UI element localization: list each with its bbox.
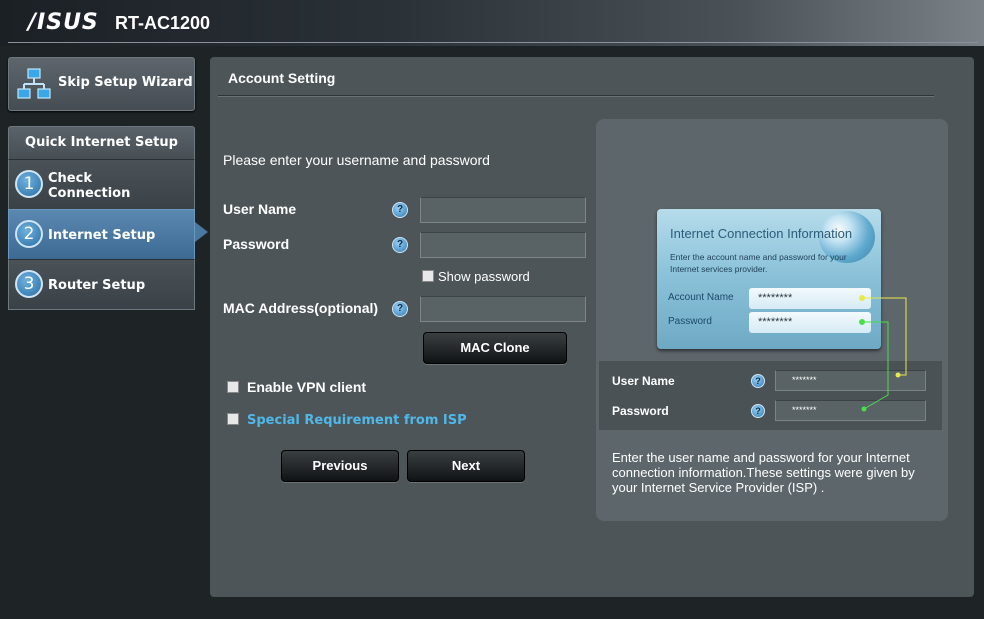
connector-lines [861, 297, 907, 412]
skip-setup-wizard-label: Skip Setup Wizard [58, 75, 193, 90]
previous-button[interactable]: Previous [281, 450, 399, 482]
password-help-icon[interactable]: ? [392, 237, 408, 253]
mac-clone-button[interactable]: MAC Clone [423, 332, 567, 364]
title-divider [218, 95, 934, 96]
step-label-internet-setup: Internet Setup [48, 228, 156, 243]
step-number-3: 3 [15, 270, 43, 298]
password-input[interactable] [420, 232, 586, 258]
step-internet-setup[interactable]: 2 Internet Setup [8, 209, 195, 259]
instruction-text: Please enter your username and password [223, 152, 490, 168]
username-help-icon[interactable]: ? [392, 202, 408, 218]
show-password-label: Show password [438, 269, 530, 284]
step-router-setup[interactable]: 3 Router Setup [8, 259, 195, 310]
step-number-2: 2 [15, 220, 43, 248]
show-password-option[interactable]: Show password [422, 269, 530, 284]
quick-internet-setup-title: Quick Internet Setup [8, 126, 195, 159]
network-icon [17, 68, 51, 99]
asus-logo: /ISUS [28, 10, 99, 35]
header-divider [8, 42, 978, 43]
password-label: Password [223, 236, 290, 252]
skip-setup-wizard-button[interactable]: Skip Setup Wizard [8, 57, 195, 111]
step-label-router-setup: Router Setup [48, 278, 146, 293]
step-number-1: 1 [15, 170, 43, 198]
next-button[interactable]: Next [407, 450, 525, 482]
enable-vpn-label: Enable VPN client [247, 379, 367, 395]
special-isp-checkbox[interactable] [227, 413, 239, 425]
page-title: Account Setting [228, 70, 336, 86]
enable-vpn-option[interactable]: Enable VPN client [227, 379, 366, 395]
step-check-connection[interactable]: 1 Check Connection [8, 159, 195, 209]
main-panel: Account Setting Please enter your userna… [210, 57, 974, 597]
help-description-text: Enter the user name and password for you… [612, 450, 915, 495]
mac-address-help-icon[interactable]: ? [392, 301, 408, 317]
special-isp-option[interactable]: Special Requirement from ISP [227, 413, 467, 428]
top-header: /ISUS RT-AC1200 [0, 0, 984, 46]
username-input[interactable] [420, 197, 586, 223]
router-model: RT-AC1200 [115, 13, 211, 33]
active-step-arrow [195, 222, 208, 242]
help-info-box: Internet Connection Information Enter th… [596, 119, 948, 521]
mac-address-label: MAC Address(optional) [223, 300, 379, 316]
username-label: User Name [223, 201, 297, 217]
special-isp-link[interactable]: Special Requirement from ISP [247, 413, 467, 428]
show-password-checkbox[interactable] [422, 270, 434, 282]
mac-address-input[interactable] [420, 296, 586, 322]
step-label-check-connection: Check Connection [48, 171, 131, 201]
enable-vpn-checkbox[interactable] [227, 381, 239, 393]
